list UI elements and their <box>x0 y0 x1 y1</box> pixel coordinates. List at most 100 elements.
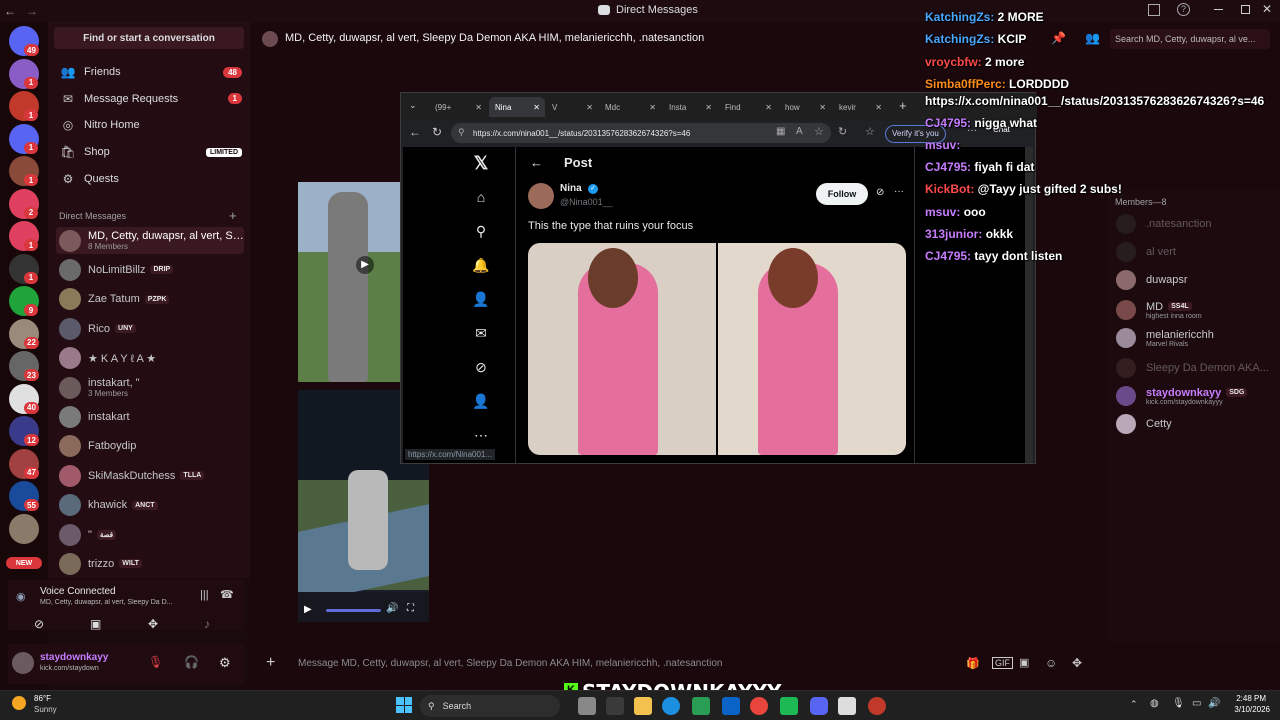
clock-date[interactable]: 3/10/2026 <box>1222 705 1270 714</box>
grok-icon[interactable]: ⊘ <box>471 357 491 377</box>
wifi-icon[interactable]: ◍ <box>1150 698 1159 709</box>
profile-icon[interactable]: 👤 <box>471 391 491 411</box>
member-item[interactable]: Sleepy Da Demon AKA... <box>1116 354 1276 382</box>
edge-icon[interactable] <box>662 697 680 715</box>
progress-bar[interactable] <box>326 609 381 612</box>
file-explorer-icon[interactable] <box>634 697 652 715</box>
soundboard-icon[interactable]: ♪ <box>204 617 210 631</box>
dm-item[interactable]: SkiMaskDutchess TLLA <box>56 462 244 489</box>
store-icon[interactable] <box>692 697 710 715</box>
browser-tab[interactable]: Nina ✕ <box>489 97 545 117</box>
forward-arrow-icon[interactable]: → <box>26 4 40 18</box>
camera-off-icon[interactable]: ⊘ <box>34 617 44 631</box>
fullscreen-icon[interactable]: ⛶ <box>407 603 414 614</box>
video-thumbnail-1[interactable]: ▶ <box>298 182 400 382</box>
server-icon[interactable] <box>9 513 39 544</box>
read-aloud-icon[interactable]: A <box>796 126 803 137</box>
tray-overflow-icon[interactable]: ⌃ <box>1130 699 1138 710</box>
obs-icon[interactable] <box>838 697 856 715</box>
message-input[interactable]: Message MD, Cetty, duwapsr, al vert, Sle… <box>298 658 722 669</box>
network-icon[interactable]: ▭ <box>1192 698 1201 709</box>
favorites-icon[interactable]: ☆ <box>865 125 875 138</box>
member-item[interactable]: duwapsr <box>1116 266 1276 294</box>
dm-item[interactable]: khawick ANCT <box>56 492 244 519</box>
noise-suppression-icon[interactable]: ||| <box>200 589 209 601</box>
member-item[interactable]: staydownkayy SDG kick.com/staydownkayyy <box>1116 382 1276 410</box>
task-view-icon[interactable] <box>578 697 596 715</box>
close-tab-icon[interactable]: ✕ <box>533 103 540 112</box>
attach-plus-icon[interactable]: + <box>266 654 296 672</box>
back-icon[interactable]: ← <box>409 125 421 139</box>
close-tab-icon[interactable]: ✕ <box>765 103 772 112</box>
browser-tab[interactable]: how ✕ <box>779 97 831 117</box>
weather-desc[interactable]: Sunny <box>34 705 57 714</box>
gif-icon[interactable]: GIF <box>992 657 1013 669</box>
back-arrow-icon[interactable]: ← <box>530 155 543 170</box>
messages-icon[interactable]: ✉ <box>471 323 491 343</box>
chrome-icon[interactable] <box>750 697 768 715</box>
browser-tab[interactable]: kevir ✕ <box>833 97 887 117</box>
windows-start-icon[interactable] <box>396 697 412 713</box>
close-tab-icon[interactable]: ✕ <box>649 103 656 112</box>
new-badge[interactable]: NEW <box>6 557 42 569</box>
browser-tab[interactable]: (99+ ✕ <box>429 97 487 117</box>
play-icon[interactable]: ▶ <box>356 256 374 274</box>
mic-icon[interactable]: 🎙 <box>1172 698 1185 709</box>
author-handle[interactable]: @Nina001__ <box>560 197 613 207</box>
close-tab-icon[interactable]: ✕ <box>586 103 593 112</box>
activities-icon[interactable]: ✥ <box>148 617 158 631</box>
apps-icon[interactable]: ✥ <box>1072 656 1082 670</box>
close-tab-icon[interactable]: ✕ <box>819 103 826 112</box>
member-item[interactable]: .natesanction <box>1116 210 1276 238</box>
post-image-2[interactable] <box>718 243 906 455</box>
nav-item-message-requests[interactable]: ✉ Message Requests 1 <box>56 87 242 111</box>
disconnect-icon[interactable]: ☎ <box>220 588 234 601</box>
member-item[interactable]: MD SS4L highest inna room <box>1116 296 1276 324</box>
member-item[interactable]: Cetty <box>1116 410 1276 438</box>
avatar[interactable] <box>12 652 34 674</box>
weather-temp[interactable]: 86°F <box>34 694 51 703</box>
dm-item[interactable]: MD, Cetty, duwapsr, al vert, Sle... 8 Mem… <box>56 227 244 254</box>
grok-icon[interactable]: ⊘ <box>876 187 884 198</box>
app-green-icon[interactable] <box>780 697 798 715</box>
sticker-icon[interactable]: ▣ <box>1019 656 1029 669</box>
nav-item-nitro-home[interactable]: ◎ Nitro Home <box>56 113 242 137</box>
maximize-icon[interactable] <box>1241 5 1250 14</box>
notifications-bell-icon[interactable]: 🔔 <box>471 255 491 275</box>
post-image-1[interactable] <box>528 243 716 455</box>
settings-gear-icon[interactable]: ⚙ <box>219 655 231 671</box>
mic-muted-icon[interactable]: 🎙 <box>148 655 163 669</box>
clock-time[interactable]: 2:48 PM <box>1234 694 1266 703</box>
play-icon[interactable]: ▶ <box>304 604 312 615</box>
app-red-icon[interactable] <box>868 697 886 715</box>
nav-item-shop[interactable]: 🛍 Shop LIMITED <box>56 140 242 164</box>
home-icon[interactable]: ⌂ <box>471 187 491 207</box>
dm-item[interactable]: instakart, " 3 Members <box>56 374 244 401</box>
reader-icon[interactable]: ▦ <box>776 126 785 137</box>
chat-header-title[interactable]: MD, Cetty, duwapsr, al vert, Sleepy Da D… <box>285 32 704 44</box>
dm-item[interactable]: NoLimitBillz DRIP <box>56 256 244 283</box>
search-input[interactable]: Search MD, Cetty, duwapsr, al ve... <box>1110 29 1270 49</box>
username[interactable]: staydownkayy <box>40 652 108 663</box>
dm-item[interactable]: trizzo WILT <box>56 550 244 577</box>
dm-item[interactable]: Fatboydip <box>56 433 244 460</box>
taskbar-search[interactable]: ⚲ Search <box>420 695 560 717</box>
dm-item[interactable]: ★ K A Y ℓ A ★ <box>56 345 244 372</box>
outlook-icon[interactable] <box>722 697 740 715</box>
minimize-icon[interactable] <box>1214 9 1223 10</box>
follow-button[interactable]: Follow <box>816 183 868 205</box>
dm-item[interactable]: Zae Tatum PZPK <box>56 286 244 313</box>
tab-list-icon[interactable]: ⌄ <box>409 100 417 111</box>
volume-icon[interactable]: 🔊 <box>1208 698 1220 709</box>
browser-tab[interactable]: Mdc ✕ <box>599 97 661 117</box>
help-icon[interactable]: ? <box>1177 3 1190 16</box>
voice-status[interactable]: Voice Connected <box>40 586 116 597</box>
close-tab-icon[interactable]: ✕ <box>875 103 882 112</box>
app-icon[interactable] <box>606 697 624 715</box>
more-icon[interactable]: ··· <box>894 186 904 197</box>
close-icon[interactable]: ✕ <box>1262 2 1272 16</box>
emoji-icon[interactable]: ☺ <box>1045 656 1057 670</box>
nav-item-quests[interactable]: ⚙ Quests <box>56 167 242 191</box>
gift-icon[interactable]: 🎁 <box>966 657 980 670</box>
close-tab-icon[interactable]: ✕ <box>705 103 712 112</box>
